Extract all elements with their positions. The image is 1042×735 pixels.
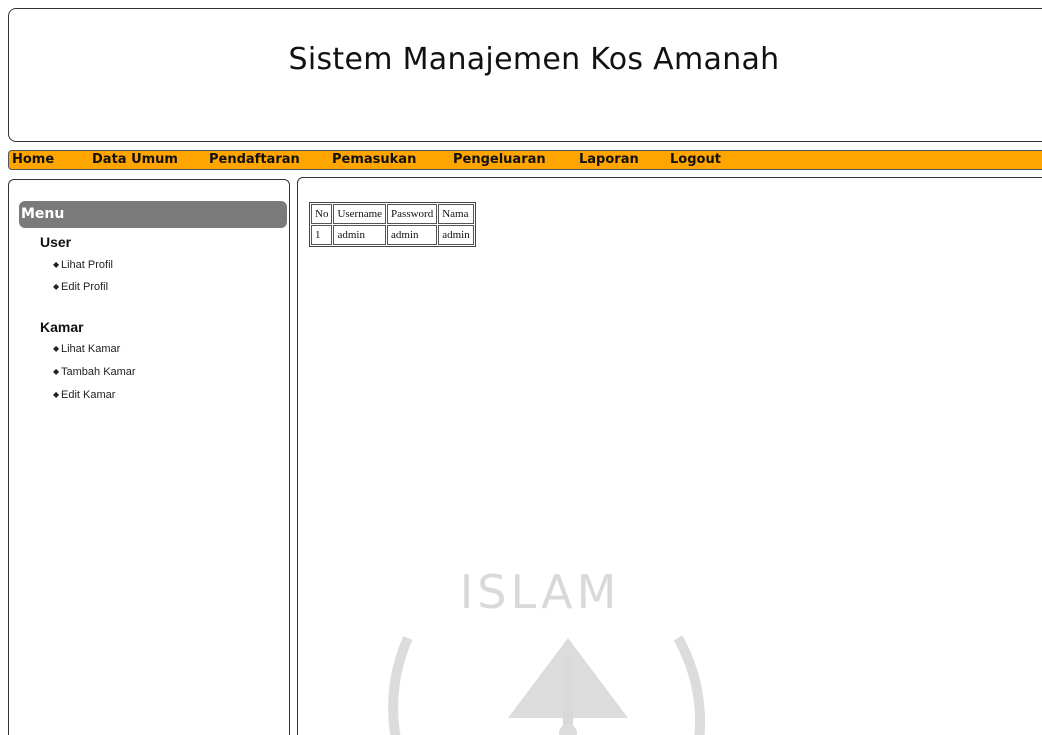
bullet-icon: ◆: [53, 344, 60, 353]
cell-no: 1: [311, 225, 333, 245]
nav-item-logout[interactable]: Logout: [670, 152, 721, 168]
menu-link-label: Tambah Kamar: [61, 366, 136, 378]
column-header-nama: Nama: [438, 204, 474, 224]
nav-item-pendaftaran[interactable]: Pendaftaran: [209, 152, 300, 168]
section-title-kamar: Kamar: [40, 319, 84, 335]
menu-link-label: Lihat Kamar: [61, 343, 121, 355]
cell-username: admin: [333, 225, 387, 245]
menu-link-edit-profil[interactable]: ◆ Edit Profil: [53, 281, 108, 293]
nav-item-laporan[interactable]: Laporan: [579, 152, 639, 168]
column-header-no: No: [311, 204, 333, 224]
menu-link-edit-kamar[interactable]: ◆ Edit Kamar: [53, 389, 115, 401]
table-header-row: No Username Password Nama: [311, 204, 474, 224]
page-title: Sistem Manajemen Kos Amanah: [288, 42, 780, 77]
header-panel: Sistem Manajemen Kos Amanah: [8, 8, 1042, 142]
bullet-icon: ◆: [53, 260, 60, 269]
seal-emblem-pole: [563, 658, 573, 735]
sidebar: Menu User ◆ Lihat Profil ◆ Edit Profil Kam…: [8, 179, 290, 735]
nav-item-home[interactable]: Home: [12, 152, 54, 168]
menu-link-label: Edit Profil: [61, 281, 109, 293]
menu-link-label: Edit Kamar: [61, 389, 116, 401]
menu-header: Menu: [19, 201, 287, 228]
menu-link-lihat-kamar[interactable]: ◆ Lihat Kamar: [53, 343, 120, 355]
table-row: 1 admin admin admin: [311, 225, 474, 245]
watermark-text: ISLAM: [460, 565, 621, 619]
content-panel: No Username Password Nama 1 admin admin …: [297, 177, 1042, 735]
user-table: No Username Password Nama 1 admin admin …: [309, 202, 476, 247]
column-header-username: Username: [333, 204, 387, 224]
menu-link-label: Lihat Profil: [61, 259, 113, 271]
seal-emblem-knob: [559, 724, 577, 735]
menu-link-lihat-profil[interactable]: ◆ Lihat Profil: [53, 259, 113, 271]
bullet-icon: ◆: [53, 390, 60, 399]
cell-password: admin: [387, 225, 438, 245]
section-title-user: User: [40, 234, 72, 250]
column-header-password: Password: [387, 204, 438, 224]
nav-item-pemasukan[interactable]: Pemasukan: [332, 152, 416, 168]
seal-ring-left: [388, 635, 413, 735]
seal-ring-right: [673, 635, 705, 735]
nav-item-pengeluaran[interactable]: Pengeluaran: [453, 152, 546, 168]
cell-nama: admin: [438, 225, 474, 245]
page: Sistem Manajemen Kos Amanah Home Data Um…: [0, 0, 1042, 735]
bullet-icon: ◆: [53, 367, 60, 376]
university-seal-watermark: ISLAM: [388, 565, 705, 735]
menu-link-tambah-kamar[interactable]: ◆ Tambah Kamar: [53, 366, 136, 378]
nav-item-data-umum[interactable]: Data Umum: [92, 152, 178, 168]
nav-bar: Home Data Umum Pendaftaran Pemasukan Pen…: [8, 150, 1042, 170]
bullet-icon: ◆: [53, 282, 60, 291]
